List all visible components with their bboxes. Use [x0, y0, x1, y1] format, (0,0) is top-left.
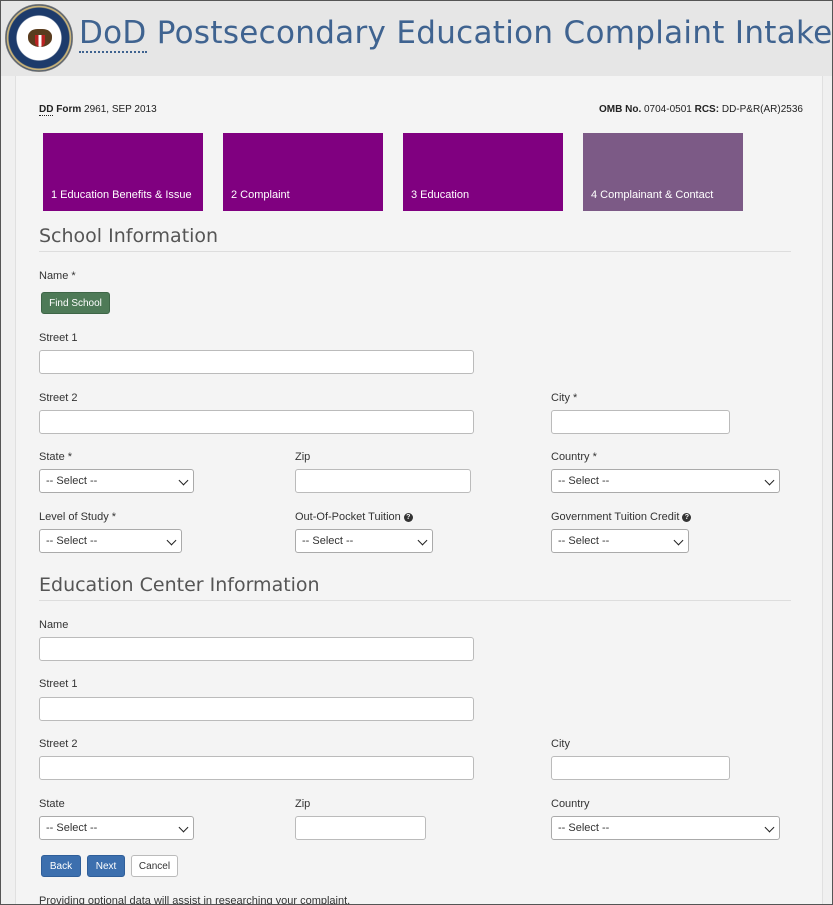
step-4-label: 4 Complainant & Contact [591, 189, 714, 201]
rcs-value: DD-P&R(AR)2536 [721, 104, 803, 115]
school-city-label: City * [551, 392, 578, 404]
oop-tuition-text: Out-Of-Pocket Tuition [295, 511, 401, 523]
gov-tuition-credit-label: Government Tuition Credit? [551, 511, 692, 523]
browser-frame: DoD Postsecondary Education Complaint In… [0, 0, 833, 905]
oop-tuition-value: -- Select -- [302, 535, 354, 547]
center-street1-input[interactable] [39, 697, 474, 721]
center-zip-label: Zip [295, 798, 311, 810]
center-country-label: Country [551, 798, 590, 810]
step-3-tab[interactable]: 3 Education [403, 133, 563, 211]
school-name-label: Name * [39, 270, 76, 282]
back-button[interactable]: Back [41, 855, 81, 877]
step-4-tab[interactable]: 4 Complainant & Contact [583, 133, 743, 211]
school-country-label: Country * [551, 451, 597, 463]
omb-number: OMB No. 0704-0501 RCS: DD-P&R(AR)2536 [599, 104, 803, 115]
center-street1-label: Street 1 [39, 678, 78, 690]
title-abbr: DoD [79, 15, 147, 53]
school-street2-label: Street 2 [39, 392, 78, 404]
level-of-study-label: Level of Study * [39, 511, 117, 523]
school-city-input[interactable] [551, 410, 730, 434]
school-street2-input[interactable] [39, 410, 474, 434]
level-of-study-select[interactable]: -- Select -- [39, 529, 182, 553]
school-section-title: School Information [39, 225, 219, 247]
section-divider [39, 251, 791, 252]
page-title: DoD Postsecondary Education Complaint In… [79, 15, 833, 53]
step-1-label: 1 Education Benefits & Issue [51, 189, 192, 201]
step-2-tab[interactable]: 2 Complaint [223, 133, 383, 211]
school-zip-input[interactable] [295, 469, 471, 493]
center-name-input[interactable] [39, 637, 474, 661]
dod-seal-logo [5, 4, 73, 72]
center-country-value: -- Select -- [558, 822, 610, 834]
help-icon[interactable]: ? [403, 513, 413, 522]
oop-tuition-select[interactable]: -- Select -- [295, 529, 433, 553]
next-button[interactable]: Next [87, 855, 125, 877]
help-icon[interactable]: ? [682, 513, 692, 522]
gov-tuition-credit-text: Government Tuition Credit [551, 511, 680, 523]
center-section-title: Education Center Information [39, 574, 320, 596]
step-3-label: 3 Education [411, 189, 470, 201]
form-value: 2961, SEP 2013 [84, 104, 157, 115]
center-city-input[interactable] [551, 756, 730, 780]
optional-data-note: Providing optional data will assist in r… [39, 895, 351, 905]
form-number: DD Form 2961, SEP 2013 [39, 104, 157, 116]
chevron-down-icon [178, 822, 189, 833]
school-state-value: -- Select -- [46, 475, 98, 487]
cancel-button[interactable]: Cancel [131, 855, 178, 877]
gov-tuition-credit-value: -- Select -- [558, 535, 610, 547]
omb-value: 0704-0501 [644, 104, 692, 115]
center-street2-label: Street 2 [39, 738, 78, 750]
chevron-down-icon [417, 535, 428, 546]
school-zip-label: Zip [295, 451, 311, 463]
rcs-label: RCS: [694, 104, 720, 115]
school-state-label: State * [39, 451, 73, 463]
page-header: DoD Postsecondary Education Complaint In… [1, 1, 832, 76]
school-country-select[interactable]: -- Select -- [551, 469, 780, 493]
form-abbr: DD [39, 104, 54, 116]
school-street1-input[interactable] [39, 350, 474, 374]
form-label: Form [56, 104, 82, 115]
center-state-select[interactable]: -- Select -- [39, 816, 194, 840]
center-city-label: City [551, 738, 570, 750]
step-1-tab[interactable]: 1 Education Benefits & Issue [43, 133, 203, 211]
step-2-label: 2 Complaint [231, 189, 290, 201]
oop-tuition-label: Out-Of-Pocket Tuition? [295, 511, 413, 523]
chevron-down-icon [166, 535, 177, 546]
center-state-value: -- Select -- [46, 822, 98, 834]
chevron-down-icon [764, 822, 775, 833]
school-country-value: -- Select -- [558, 475, 610, 487]
shield-icon [35, 35, 45, 47]
chevron-down-icon [764, 475, 775, 486]
find-school-button[interactable]: Find School [41, 292, 110, 314]
school-street1-label: Street 1 [39, 332, 78, 344]
school-state-select[interactable]: -- Select -- [39, 469, 194, 493]
section-divider [39, 600, 791, 601]
center-name-label: Name [39, 619, 69, 631]
level-of-study-value: -- Select -- [46, 535, 98, 547]
omb-label: OMB No. [599, 104, 642, 115]
center-state-label: State [39, 798, 65, 810]
center-street2-input[interactable] [39, 756, 474, 780]
center-zip-input[interactable] [295, 816, 426, 840]
gov-tuition-credit-select[interactable]: -- Select -- [551, 529, 689, 553]
center-country-select[interactable]: -- Select -- [551, 816, 780, 840]
chevron-down-icon [178, 475, 189, 486]
title-rest: Postsecondary Education Complaint Intake [146, 15, 833, 51]
chevron-down-icon [673, 535, 684, 546]
